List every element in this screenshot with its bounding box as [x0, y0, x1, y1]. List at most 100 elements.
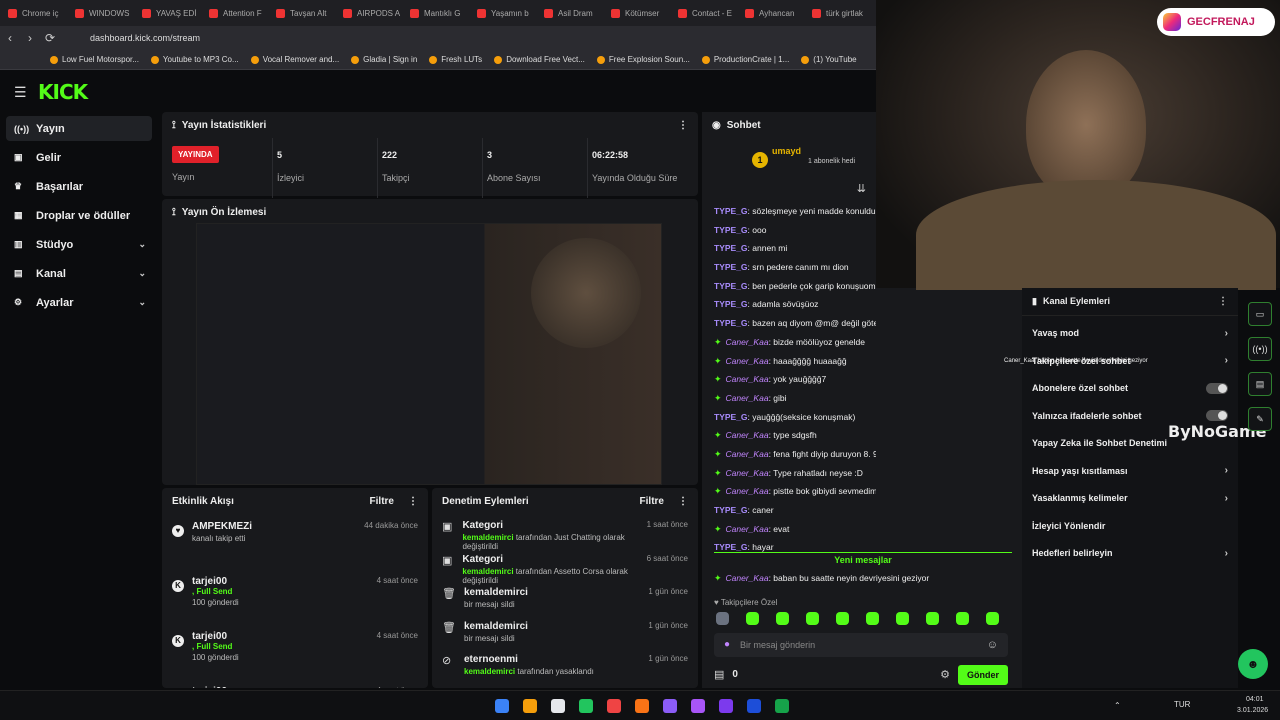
sidebar-item-ayarlar[interactable]: ⚙ Ayarlar ⌄	[6, 290, 152, 315]
toggle-switch[interactable]	[1206, 382, 1228, 394]
sidebar-item-kanal[interactable]: ▤ Kanal ⌄	[6, 261, 152, 286]
bookmark-item[interactable]: Youtube to MP3 Co...	[150, 55, 239, 64]
after-effects-icon[interactable]	[691, 699, 705, 713]
more-icon[interactable]: ⋮	[408, 496, 418, 507]
chat-username[interactable]: Caner_Kaa	[726, 524, 769, 534]
sidebar-item-stüdyo[interactable]: ▥ Stüdyo ⌄	[6, 232, 152, 257]
browser-tab[interactable]: Yaşamın b	[469, 0, 536, 26]
toggle-switch[interactable]	[1206, 410, 1228, 422]
sidebar-item-gelir[interactable]: ▣ Gelir	[6, 145, 152, 170]
sidebar-item-yayın[interactable]: ((•)) Yayın	[6, 116, 152, 141]
sidebar-item-droplar-ve-ödüller[interactable]: ▦ Droplar ve ödüller	[6, 203, 152, 228]
chat-username[interactable]: TYPE_G	[714, 281, 748, 291]
channel-action-row[interactable]: Hesap yaşı kısıtlaması ›	[1022, 457, 1238, 485]
print-icon[interactable]: ▤	[1248, 372, 1272, 396]
chevron-right-icon[interactable]: ›	[1225, 548, 1228, 559]
chevron-right-icon[interactable]: ›	[1225, 465, 1228, 476]
chat-username[interactable]: TYPE_G	[714, 412, 748, 422]
clock-date[interactable]: 3.01.2026	[1237, 707, 1268, 714]
brave-icon[interactable]	[607, 699, 621, 713]
channel-action-row[interactable]: Abonelere özel sohbet	[1022, 375, 1238, 403]
emote-icon[interactable]	[866, 611, 879, 625]
chat-username[interactable]: Caner_Kaa	[726, 486, 769, 496]
kick-app-icon[interactable]	[775, 699, 789, 713]
back-icon[interactable]: ‹	[0, 31, 20, 45]
forward-icon[interactable]: ›	[20, 31, 40, 45]
file-explorer-icon[interactable]	[523, 699, 537, 713]
start-icon[interactable]	[495, 699, 509, 713]
channel-action-row[interactable]: Yasaklanmış kelimeler ›	[1022, 485, 1238, 513]
browser-tab[interactable]: WINDOWS	[67, 0, 134, 26]
emote-icon[interactable]	[746, 611, 759, 625]
chevron-right-icon[interactable]: ›	[1225, 328, 1228, 339]
stream-preview-video[interactable]	[196, 223, 662, 485]
sidebar-item-başarılar[interactable]: ♛ Başarılar	[6, 174, 152, 199]
browser-tab[interactable]: Asil Dram	[536, 0, 603, 26]
bookmark-item[interactable]: Low Fuel Motorspor...	[50, 55, 139, 64]
browser-tab[interactable]: Ayhancan	[737, 0, 804, 26]
bookmark-item[interactable]: Fresh LUTs	[429, 55, 482, 64]
activity-filter-button[interactable]: Filtre	[370, 496, 394, 507]
firefox-icon[interactable]	[635, 699, 649, 713]
chat-scroll-icon[interactable]: ⇊	[702, 182, 876, 202]
mic-icon[interactable]: ●	[724, 639, 730, 650]
tray-chevron-icon[interactable]: ⌃	[1114, 701, 1121, 710]
bookmark-item[interactable]: ProductionCrate | 1...	[701, 55, 789, 64]
emote-icon[interactable]	[896, 611, 909, 625]
emote-icon[interactable]	[836, 611, 849, 625]
browser-tab[interactable]: Mantıklı G	[402, 0, 469, 26]
photoshop-icon[interactable]	[747, 699, 761, 713]
browser-tab[interactable]: YAVAŞ EDİ	[134, 0, 201, 26]
emote-icon[interactable]	[776, 611, 789, 625]
chat-message-input[interactable]: Bir mesaj gönderin	[740, 640, 815, 650]
browser-tab[interactable]: Attention F	[201, 0, 268, 26]
app-icon[interactable]	[663, 699, 677, 713]
browser-tab[interactable]: Tavşan Alt	[268, 0, 335, 26]
chat-username[interactable]: TYPE_G	[714, 505, 748, 515]
browser-tab[interactable]: Kötümser	[603, 0, 670, 26]
chat-username[interactable]: Caner_Kaa	[726, 393, 769, 403]
browser-tab[interactable]: Contact - E	[670, 0, 737, 26]
channel-action-row[interactable]: Yavaş mod ›	[1022, 320, 1238, 348]
moderation-filter-button[interactable]: Filtre	[640, 496, 664, 507]
new-messages-divider[interactable]: Yeni mesajlar	[714, 552, 1012, 565]
hamburger-menu-icon[interactable]: ☰	[14, 84, 27, 101]
channel-action-row[interactable]: İzleyici Yönlendir	[1022, 512, 1238, 540]
chat-username[interactable]: TYPE_G	[714, 299, 748, 309]
whatsapp-icon[interactable]	[579, 699, 593, 713]
premiere-icon[interactable]	[719, 699, 733, 713]
broadcast-icon[interactable]: ((•))	[1248, 337, 1272, 361]
chevron-down-icon[interactable]: ⌄	[138, 239, 146, 250]
chat-username[interactable]: Caner_Kaa	[726, 468, 769, 478]
chevron-down-icon[interactable]: ⌄	[138, 297, 146, 308]
chat-username[interactable]: Caner_Kaa	[726, 430, 769, 440]
chat-username[interactable]: Caner_Kaa	[726, 449, 769, 459]
chevron-down-icon[interactable]: ⌄	[138, 268, 146, 279]
bookmark-item[interactable]: (1) YouTube	[801, 55, 857, 64]
url-input[interactable]: dashboard.kick.com/stream	[90, 33, 200, 43]
bookmark-item[interactable]: Gladia | Sign in	[351, 55, 417, 64]
emote-icon[interactable]	[956, 611, 969, 625]
chat-username[interactable]: Caner_Kaa	[726, 337, 769, 347]
browser-tab[interactable]: türk girtlak	[804, 0, 871, 26]
chat-username[interactable]: Caner_Kaa	[726, 356, 769, 366]
chat-username[interactable]: TYPE_G	[714, 318, 748, 328]
kick-logo[interactable]: KICK	[38, 80, 88, 104]
support-chat-icon[interactable]: ☻	[1238, 649, 1268, 679]
chat-username[interactable]: TYPE_G	[714, 262, 748, 272]
chat-username[interactable]: TYPE_G	[714, 225, 748, 235]
browser-tab[interactable]: Chrome iç	[0, 0, 67, 26]
emote-icon[interactable]	[986, 611, 999, 625]
chat-username[interactable]: TYPE_G	[714, 243, 748, 253]
more-icon[interactable]: ⋮	[678, 120, 688, 131]
bookmark-item[interactable]: Vocal Remover and...	[250, 55, 339, 64]
chevron-right-icon[interactable]: ›	[1225, 493, 1228, 504]
chevron-right-icon[interactable]: ›	[1225, 355, 1228, 366]
emoji-icon[interactable]: ☺	[987, 639, 998, 651]
cart-icon[interactable]: ▤	[714, 668, 724, 681]
clock-time[interactable]: 04:01	[1246, 696, 1264, 703]
wrench-icon[interactable]: ✎	[1248, 407, 1272, 431]
send-button[interactable]: Gönder	[957, 664, 1008, 685]
emote-icon[interactable]	[716, 611, 729, 625]
chat-username[interactable]: Caner_Kaa	[726, 374, 769, 384]
